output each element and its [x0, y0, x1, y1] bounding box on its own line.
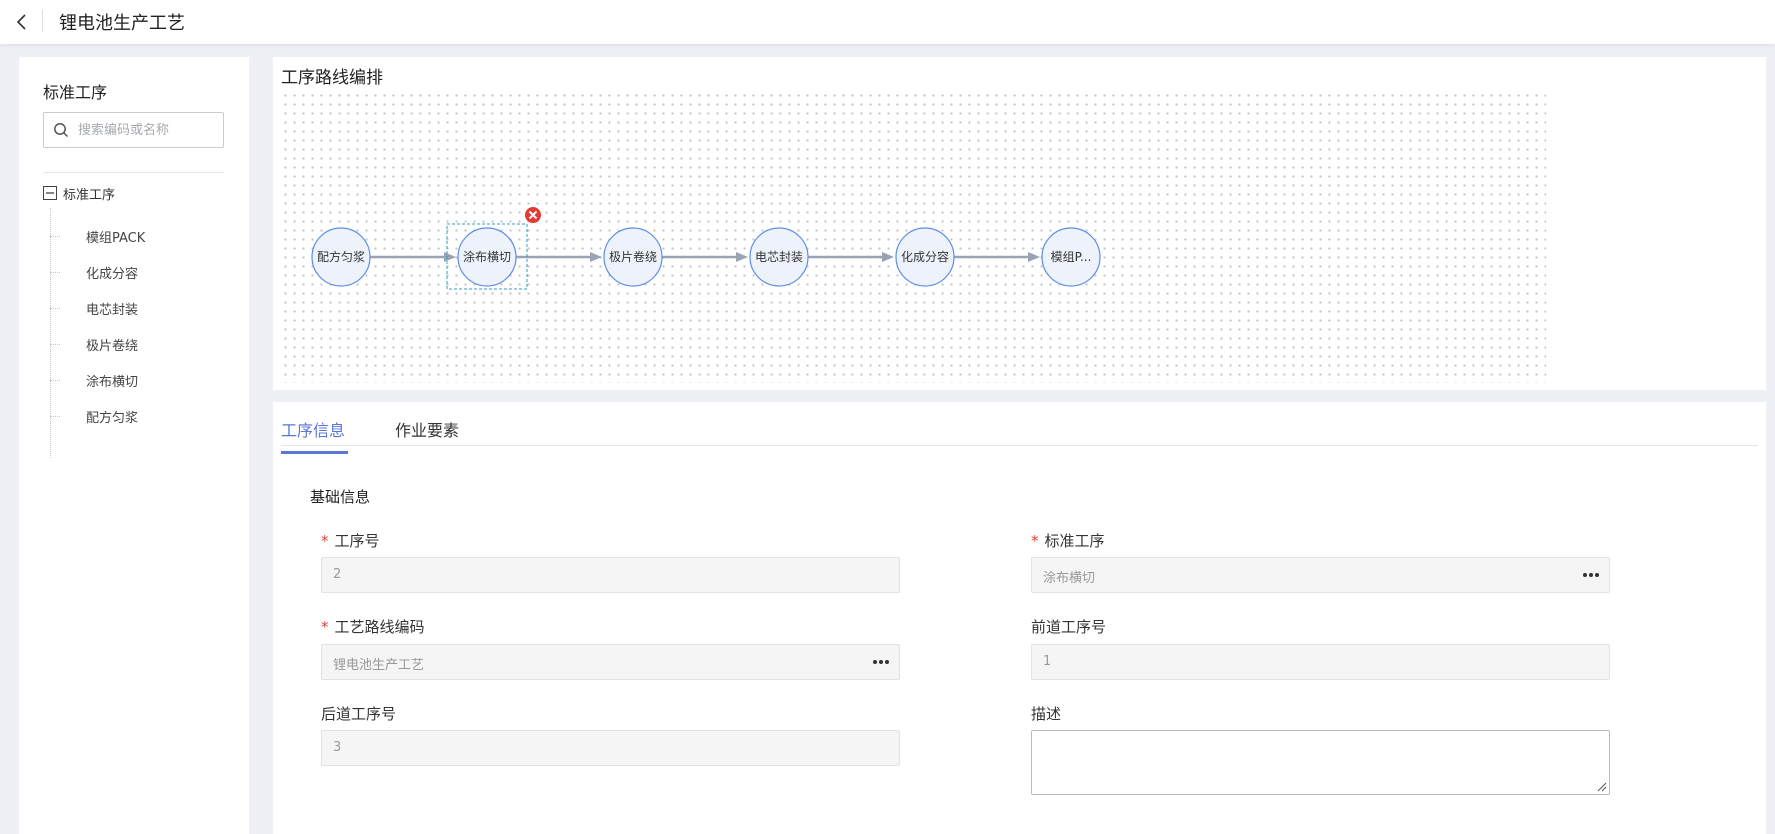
flow-node[interactable]: 极片卷绕 — [603, 227, 663, 287]
description-label: 描述 — [1031, 705, 1062, 723]
tree-item-label: 极片卷绕 — [86, 338, 139, 354]
back-arrow-icon[interactable] — [12, 12, 32, 32]
tree-branch-line — [50, 379, 60, 381]
process-no-label: * 工序号 — [321, 530, 380, 551]
prev-process-no-label: 前道工序号 — [1031, 618, 1107, 636]
tab-label: 工序信息 — [281, 421, 346, 440]
tree-branch-line — [50, 415, 60, 417]
sidebar-divider — [43, 172, 224, 173]
flow-node[interactable]: 涂布横切 — [446, 223, 528, 290]
standard-process-value: 涂布横切 — [1043, 571, 1096, 586]
required-mark: * — [1031, 532, 1039, 550]
sidebar-title: 标准工序 — [43, 83, 108, 102]
required-mark: * — [321, 618, 329, 636]
search-input[interactable] — [78, 113, 218, 147]
flow-node-label: 涂布横切 — [463, 249, 511, 264]
search-box — [43, 112, 224, 148]
tree-item-label: 电芯封装 — [86, 302, 139, 318]
prev-process-no-field[interactable]: 1 — [1031, 644, 1610, 680]
flow-node-label: 模组P... — [1051, 250, 1092, 264]
required-mark: * — [321, 532, 329, 550]
flow-edge — [662, 252, 748, 262]
standard-process-field[interactable]: 涂布横切 — [1031, 557, 1610, 593]
flow-edge — [370, 252, 456, 262]
route-code-field[interactable]: 锂电池生产工艺 — [321, 644, 900, 680]
flow-edge-arrow — [444, 252, 456, 262]
tree-item-label: 涂布横切 — [86, 374, 139, 390]
flow-node-label: 配方匀浆 — [317, 249, 365, 264]
header-divider — [42, 10, 43, 32]
tab-bar: 工序信息 作业要素 — [281, 402, 1758, 454]
tab-label: 作业要素 — [395, 421, 460, 440]
flow-edge-arrow — [736, 252, 748, 262]
more-dots-icon[interactable] — [871, 655, 891, 669]
process-flow-graph: 配方匀浆 涂布横切 极片卷绕 电芯封装 化成分容 模组P... — [311, 207, 1101, 290]
route-canvas[interactable]: 配方匀浆 涂布横切 极片卷绕 电芯封装 化成分容 模组P... — [281, 91, 1546, 383]
tab-work-elements[interactable]: 作业要素 — [395, 417, 459, 441]
flow-edge-arrow — [1028, 252, 1040, 262]
process-info-panel: 工序信息 作业要素 基础信息 * 工序号 2 * 标准工序 涂布横切 * 工艺路线编码… — [273, 402, 1766, 834]
flow-node-label: 电芯封装 — [755, 250, 803, 264]
tree-root-label: 标准工序 — [63, 187, 116, 203]
route-editor-title: 工序路线编排 — [281, 68, 383, 88]
tree-item-formation-grading[interactable]: 化成分容 — [50, 260, 138, 284]
tree-item-cell-packaging[interactable]: 电芯封装 — [50, 296, 138, 320]
active-tab-indicator — [281, 451, 348, 454]
process-no-field[interactable]: 2 — [321, 557, 900, 593]
search-icon — [54, 123, 69, 138]
section-title: 基础信息 — [310, 488, 371, 506]
tab-process-info[interactable]: 工序信息 — [281, 417, 348, 454]
page-title: 锂电池生产工艺 — [59, 13, 185, 34]
tree-item-label: 化成分容 — [86, 266, 139, 282]
route-code-label-text: 工艺路线编码 — [334, 618, 425, 636]
process-no-value: 2 — [333, 567, 342, 582]
route-code-label: * 工艺路线编码 — [321, 616, 425, 637]
tree-item-slurry-mixing[interactable]: 配方匀浆 — [50, 404, 138, 428]
standard-process-sidebar: 标准工序 标准工序 模组PACK 化成分容 电芯封装 极片卷绕 涂布横切 配 — [19, 57, 249, 834]
flow-node-label: 化成分容 — [901, 249, 949, 264]
flow-edge — [516, 252, 602, 262]
standard-process-label-text: 标准工序 — [1044, 532, 1105, 550]
next-process-no-label: 后道工序号 — [321, 705, 397, 723]
route-editor-panel: 工序路线编排 配方匀浆 涂布横切 极片卷绕 电芯封装 化成分容 模组P... — [273, 57, 1766, 390]
tree-item-module-pack[interactable]: 模组PACK — [50, 224, 145, 248]
flow-node[interactable]: 化成分容 — [895, 227, 955, 287]
top-bar: 锂电池生产工艺 — [0, 0, 1775, 44]
flow-node[interactable]: 模组P... — [1041, 227, 1101, 287]
next-process-no-field[interactable]: 3 — [321, 730, 900, 766]
tree-branch-line — [50, 235, 60, 237]
tree-branch-line — [50, 343, 60, 345]
flow-edge — [954, 252, 1040, 262]
flow-node[interactable]: 配方匀浆 — [311, 227, 371, 287]
next-process-no-value: 3 — [333, 740, 342, 755]
route-code-value: 锂电池生产工艺 — [333, 658, 425, 673]
collapse-minus-icon[interactable] — [43, 186, 57, 200]
flow-edge — [808, 252, 894, 262]
tree-item-electrode-winding[interactable]: 极片卷绕 — [50, 332, 138, 356]
tree-branch-line — [50, 271, 60, 273]
tree-root-standard-process[interactable]: 标准工序 — [43, 181, 115, 205]
flow-node[interactable]: 电芯封装 — [749, 227, 809, 287]
description-textarea[interactable] — [1031, 730, 1610, 795]
delete-node-icon[interactable] — [525, 207, 541, 223]
process-no-label-text: 工序号 — [334, 532, 380, 550]
prev-process-no-value: 1 — [1043, 654, 1052, 669]
more-dots-icon[interactable] — [1581, 568, 1601, 582]
flow-edge-arrow — [882, 252, 894, 262]
flow-node-label: 极片卷绕 — [609, 249, 657, 264]
tree-item-label: 配方匀浆 — [86, 410, 139, 426]
tree-branch-line — [50, 307, 60, 309]
resize-handle-icon[interactable] — [1597, 782, 1607, 792]
tree-item-label: 模组PACK — [86, 230, 146, 246]
flow-edge-arrow — [590, 252, 602, 262]
tree-item-coating-cutting[interactable]: 涂布横切 — [50, 368, 138, 392]
standard-process-label: * 标准工序 — [1031, 530, 1105, 551]
